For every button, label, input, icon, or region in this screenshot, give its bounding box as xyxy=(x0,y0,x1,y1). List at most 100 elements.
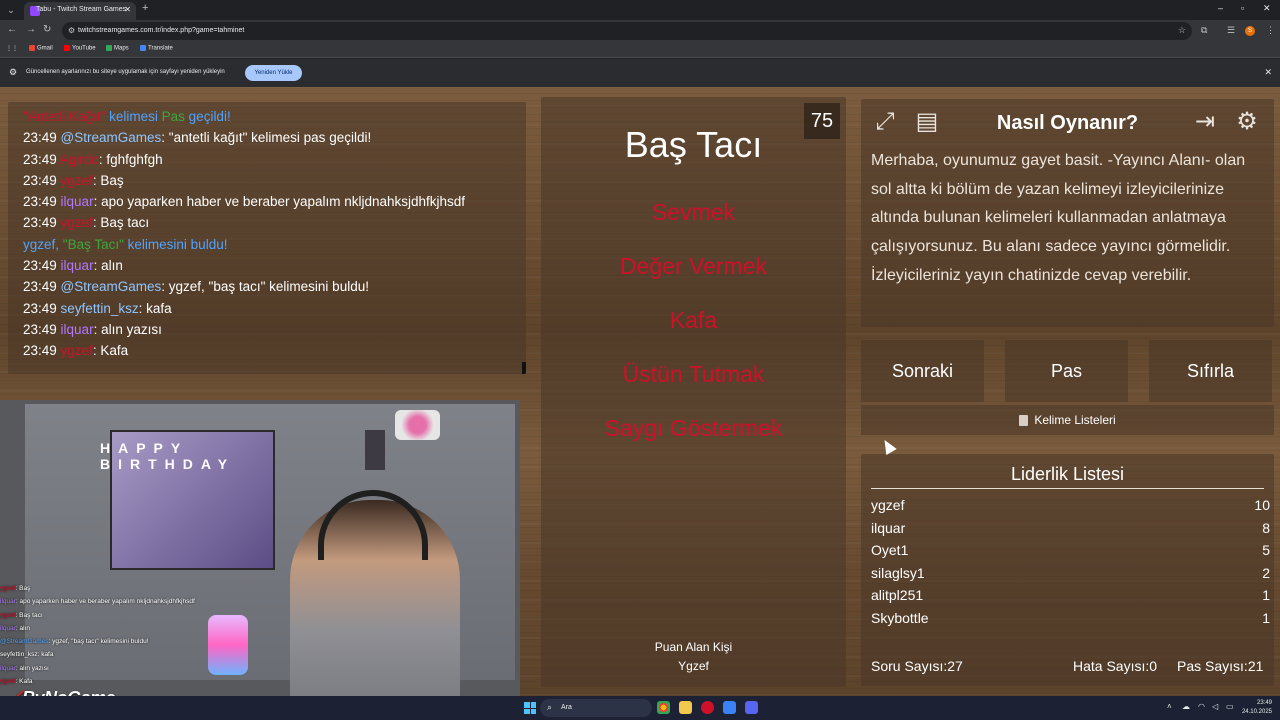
browser-tab[interactable]: Tabu - Twitch Stream Games ✕ xyxy=(24,2,136,20)
window-close-icon[interactable]: ✕ xyxy=(1263,3,1271,14)
webcam-feed: HAPPY BIRTHDAY ygzef: Baş ilquar: apo yap… xyxy=(0,400,520,696)
chat-fragment: 23:49 xyxy=(23,172,61,188)
bookmark-youtube[interactable]: YouTube xyxy=(64,45,96,52)
windows-taskbar: ⌕ Ara ˄ ☁ ◠ ◁ ▭ 23:49 24.10.2025 xyxy=(0,696,1280,720)
chat-fragment: : fghfghfgh xyxy=(98,151,163,167)
logout-icon[interactable]: ⇥ xyxy=(1189,106,1221,138)
extensions-icon[interactable]: ⧉ xyxy=(1201,25,1207,36)
chrome-icon[interactable] xyxy=(657,701,670,714)
system-clock[interactable]: 23:49 24.10.2025 xyxy=(1240,699,1272,717)
tray-expand-icon[interactable]: ˄ xyxy=(1167,702,1172,711)
windows-start-icon[interactable] xyxy=(524,702,536,714)
chat-fragment: : alın yazısı xyxy=(93,321,162,337)
player-score: 1 xyxy=(1262,610,1270,626)
reset-button[interactable]: Sıfırla xyxy=(1149,340,1272,402)
taboo-word: Üstün Tutmak xyxy=(622,361,765,387)
clock-time: 23:49 xyxy=(1256,700,1272,706)
player-name: ilquar xyxy=(871,519,906,536)
tab-search-icon[interactable]: ⌄ xyxy=(4,4,18,16)
chat-fragment: 23:49 xyxy=(23,300,61,316)
taskbar-search-placeholder: Ara xyxy=(561,704,572,711)
bookmark-maps[interactable]: Maps xyxy=(106,45,129,52)
taboo-word: Saygı Göstermek xyxy=(604,415,783,441)
chat-fragment: : apo yaparken haber ve beraber yapalım … xyxy=(93,194,466,210)
chat-message: "Antetli Kağıt" kelimesi Pas geçildi! xyxy=(23,106,511,127)
leaderboard-row: ygzef 10 xyxy=(871,497,1270,519)
minimize-icon[interactable]: – xyxy=(1218,3,1223,13)
url-text[interactable]: twitchstreamgames.com.tr/index.php?game=… xyxy=(78,27,244,34)
discord-icon[interactable] xyxy=(745,701,758,714)
chat-message: 23:49 ilquar: alın xyxy=(23,255,511,276)
taskbar-search[interactable]: ⌕ Ara xyxy=(540,699,652,717)
app-icon[interactable] xyxy=(723,701,736,714)
overlay-message: : Kafa xyxy=(15,678,33,686)
settings-icon: ⚙ xyxy=(9,67,18,77)
app-icon[interactable] xyxy=(701,701,714,714)
pass-count-value: 21 xyxy=(1247,658,1264,674)
chat-scrollbar[interactable] xyxy=(522,362,526,374)
next-button[interactable]: Sonraki xyxy=(861,340,984,402)
bookmark-translate[interactable]: Translate xyxy=(140,45,173,52)
chat-fragment: "Baş Tacı" xyxy=(62,236,124,252)
media-icon[interactable]: ☰ xyxy=(1227,25,1235,36)
chat-fragment: ilquar xyxy=(60,321,94,337)
leaderboard-row: ilquar 8 xyxy=(871,519,1270,542)
chat-fragment: 23:49 xyxy=(23,215,61,231)
chat-fragment: "Antetli Kağıt" xyxy=(23,109,106,124)
overlay-chat-message: ilquar: apo yaparken haber ve beraber ya… xyxy=(0,595,270,608)
settings-infobar: ⚙ Güncellenen ayarlarınızı bu siteye uyg… xyxy=(0,59,1280,87)
site-info-icon[interactable]: ⚙ xyxy=(68,26,75,35)
bookmark-gmail[interactable]: Gmail xyxy=(29,45,53,52)
player-name: alitpl251 xyxy=(871,587,924,604)
leaderboard-row: alitpl251 1 xyxy=(871,587,1270,609)
player-name: ygzef xyxy=(871,497,905,513)
reload-icon[interactable]: ↻ xyxy=(43,24,51,35)
wifi-icon[interactable]: ◠ xyxy=(1198,702,1205,711)
infobar-close-icon[interactable]: ✕ xyxy=(1264,67,1272,78)
profile-avatar[interactable]: S xyxy=(1245,26,1255,36)
chat-fragment: : Baş tacı xyxy=(92,215,150,231)
taboo-word: Sevmek xyxy=(651,199,736,225)
word-lists-button[interactable]: Kelime Listeleri xyxy=(861,405,1274,435)
question-count: Soru Sayısı:27 xyxy=(871,658,963,674)
taboo-word: Kafa xyxy=(669,307,718,333)
pass-button[interactable]: Pas xyxy=(1005,340,1128,402)
overlay-username: ilquar xyxy=(0,598,16,606)
menu-icon[interactable]: ⋮ xyxy=(1266,25,1275,36)
battery-icon[interactable]: ▭ xyxy=(1226,702,1234,711)
chat-fragment: Agirdo xyxy=(59,151,99,167)
chat-fragment: seyfettin_ksz xyxy=(60,300,139,316)
tab-close-icon[interactable]: ✕ xyxy=(124,5,131,14)
word-lists-label: Kelime Listeleri xyxy=(1034,413,1116,427)
address-bar[interactable]: ⚙ twitchstreamgames.com.tr/index.php?gam… xyxy=(62,22,1192,40)
maximize-icon[interactable]: ▫ xyxy=(1241,3,1244,13)
stream-chat-overlay: ygzef: Baş ilquar: apo yaparken haber ve … xyxy=(0,582,270,688)
overlay-chat-message: ygzef: Baş xyxy=(0,582,270,595)
settings-gear-icon[interactable]: ⚙ xyxy=(1231,106,1263,138)
wall-poster-small xyxy=(365,430,385,470)
bookmark-star-icon[interactable]: ☆ xyxy=(1178,25,1186,36)
chat-fragment: Pas xyxy=(161,109,185,124)
chat-fragment: kelimesi xyxy=(105,109,162,124)
cloud-icon[interactable]: ☁ xyxy=(1182,702,1190,711)
chat-message: 23:49 @StreamGames: ygzef, "baş tacı" ke… xyxy=(23,276,511,297)
chat-fragment: 23:49 xyxy=(23,321,61,337)
new-tab-icon[interactable]: + xyxy=(142,2,148,14)
overlay-message: : alın yazısı xyxy=(15,664,49,672)
taboo-word: Değer Vermek xyxy=(619,253,767,279)
apps-grid-icon[interactable]: ⋮⋮ xyxy=(6,45,18,52)
browser-toolbar: ← → ↻ ⚙ twitchstreamgames.com.tr/index.p… xyxy=(0,20,1280,42)
chat-fragment: 23:49 xyxy=(23,151,60,167)
leaderboard-row: Oyet1 5 xyxy=(871,542,1270,564)
volume-icon[interactable]: ◁ xyxy=(1212,702,1218,711)
tab-title: Tabu - Twitch Stream Games xyxy=(36,6,127,13)
error-count-label: Hata Sayısı: xyxy=(1073,658,1150,674)
file-explorer-icon[interactable] xyxy=(679,701,692,714)
chat-message: 23:49 ygzef: Baş xyxy=(23,170,511,191)
forward-icon[interactable]: → xyxy=(26,24,36,35)
leaderboard-title: Liderlik Listesi xyxy=(1010,464,1125,484)
back-icon[interactable]: ← xyxy=(7,24,17,35)
reload-page-button[interactable]: Yeniden Yükle xyxy=(245,65,302,81)
chat-fragment: 23:49 xyxy=(23,258,61,274)
overlay-message: : apo yaparken haber ve beraber yapalım … xyxy=(15,598,195,606)
